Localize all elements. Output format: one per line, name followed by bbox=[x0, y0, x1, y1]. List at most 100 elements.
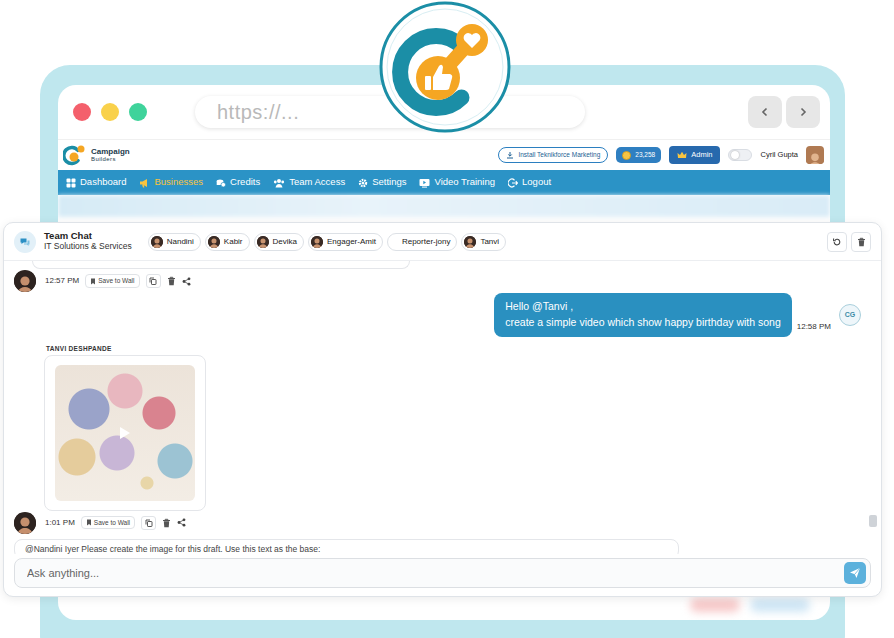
message-bubble bbox=[32, 261, 410, 269]
agent-avatar[interactable] bbox=[14, 270, 36, 292]
install-button[interactable]: Install Teknikforce Marketing bbox=[498, 147, 608, 163]
forward-button[interactable] bbox=[786, 96, 820, 128]
chat-title-block: Team ChatIT Solutions & Services bbox=[44, 231, 132, 252]
user-message-row: Hello @Tanvi ,create a simple video whic… bbox=[14, 293, 861, 337]
member-chip[interactable]: Devika bbox=[254, 233, 304, 251]
share-icon bbox=[182, 277, 191, 286]
member-name: Engager-Amit bbox=[327, 236, 376, 248]
theme-toggle[interactable] bbox=[728, 149, 752, 161]
nav-item[interactable]: Logout bbox=[508, 175, 551, 189]
clear-chat-button[interactable] bbox=[851, 232, 871, 252]
member-name: Nandini bbox=[167, 236, 194, 248]
credits-badge[interactable]: 23,258 bbox=[616, 147, 661, 163]
logo-line: Builders bbox=[91, 156, 130, 163]
share-button[interactable] bbox=[182, 277, 191, 286]
team-icon bbox=[273, 178, 285, 188]
member-avatar bbox=[311, 236, 323, 248]
save-to-wall-button[interactable]: Save to Wall bbox=[85, 274, 139, 288]
message-meta: 12:57 PMSave to Wall bbox=[14, 269, 861, 293]
header-actions: Install Teknikforce Marketing 23,258 Admin… bbox=[498, 146, 824, 164]
refresh-button[interactable] bbox=[827, 232, 847, 252]
download-icon bbox=[506, 151, 514, 159]
chevron-left-icon bbox=[760, 107, 770, 117]
save-to-wall-button[interactable]: Save to Wall bbox=[81, 516, 135, 530]
back-button[interactable] bbox=[748, 96, 782, 128]
campaign-builders-logo-icon bbox=[63, 143, 87, 167]
copy-icon bbox=[149, 277, 157, 285]
address-text[interactable]: https://... bbox=[217, 97, 299, 127]
video-player[interactable] bbox=[55, 365, 195, 501]
window-button[interactable] bbox=[73, 103, 91, 121]
trash-icon bbox=[167, 276, 176, 286]
member-avatar bbox=[208, 236, 220, 248]
blurred-button bbox=[690, 598, 740, 612]
chat-title: Team Chat bbox=[44, 231, 132, 242]
copy-icon bbox=[145, 519, 153, 527]
nav-item[interactable]: Dashboard bbox=[66, 175, 126, 189]
window-button[interactable] bbox=[129, 103, 147, 121]
chat-message: @Nandini Iyer Please create the image fo… bbox=[14, 539, 861, 555]
member-chip[interactable]: Tanvi bbox=[461, 233, 506, 251]
bookmark-icon bbox=[86, 519, 92, 526]
nav-item[interactable]: Businesses bbox=[139, 175, 203, 189]
member-avatar bbox=[257, 236, 269, 248]
bookmark-icon bbox=[90, 278, 96, 285]
member-chip[interactable]: Nandini bbox=[148, 233, 201, 251]
user-message-bubble: Hello @Tanvi ,create a simple video whic… bbox=[494, 293, 791, 337]
copy-button[interactable] bbox=[141, 516, 156, 530]
member-avatar bbox=[464, 236, 476, 248]
app-header: CampaignBuilders Install Teknikforce Mark… bbox=[58, 140, 830, 170]
paper-plane-icon bbox=[849, 567, 861, 579]
megaphone-icon bbox=[139, 178, 150, 188]
user-name[interactable]: Cyril Gupta bbox=[760, 149, 798, 160]
blurred-buttons bbox=[58, 598, 830, 620]
member-chip[interactable]: Engager-Amit bbox=[308, 233, 383, 251]
user-avatar[interactable] bbox=[806, 146, 824, 164]
chevron-right-icon bbox=[798, 107, 808, 117]
message-meta: 1:01 PMSave to Wall bbox=[14, 511, 861, 535]
delete-button[interactable] bbox=[167, 276, 176, 286]
marketing-illustration: https://... CampaignBuilders Install Tekn… bbox=[0, 0, 894, 638]
video-icon bbox=[419, 178, 430, 188]
chat-message: Hello @Tanvi ,create a simple video whic… bbox=[14, 293, 861, 337]
nav-label: Credits bbox=[230, 175, 260, 189]
member-chip[interactable]: Kabir bbox=[205, 233, 250, 251]
trash-icon bbox=[162, 518, 171, 528]
nav-label: Businesses bbox=[154, 175, 203, 189]
logo-line: Campaign bbox=[91, 148, 130, 156]
nav-label: Logout bbox=[522, 175, 551, 189]
chat-icon bbox=[14, 231, 36, 253]
install-label: Install Teknikforce Marketing bbox=[518, 150, 600, 160]
crown-icon bbox=[677, 151, 687, 159]
blurred-content bbox=[58, 195, 830, 217]
coins-icon bbox=[216, 178, 226, 188]
user-avatar[interactable]: CG bbox=[839, 304, 861, 326]
agent-avatar[interactable] bbox=[14, 512, 36, 534]
nav-item[interactable]: Team Access bbox=[273, 175, 345, 189]
nav-item[interactable]: Video Training bbox=[419, 175, 495, 189]
send-button[interactable] bbox=[844, 562, 866, 584]
toggle-knob bbox=[731, 151, 739, 159]
message-time: 12:58 PM bbox=[797, 321, 831, 333]
share-icon bbox=[177, 518, 186, 527]
gear-icon bbox=[358, 178, 368, 188]
member-chip[interactable]: Reporter-jony bbox=[387, 233, 457, 251]
admin-button[interactable]: Admin bbox=[669, 146, 720, 163]
share-button[interactable] bbox=[177, 518, 186, 527]
app-logo[interactable]: CampaignBuilders bbox=[63, 143, 130, 167]
nav-item[interactable]: Credits bbox=[216, 175, 260, 189]
message-input[interactable] bbox=[25, 564, 844, 583]
main-nav: Dashboard Businesses Credits Team Access Set… bbox=[58, 170, 830, 195]
member-name: Devika bbox=[273, 236, 297, 248]
member-avatar bbox=[151, 236, 163, 248]
history-buttons bbox=[748, 96, 820, 128]
chat-message: 12:57 PMSave to Wall bbox=[14, 261, 861, 293]
window-button[interactable] bbox=[101, 103, 119, 121]
chat-subtitle: IT Solutions & Services bbox=[44, 242, 132, 252]
nav-item[interactable]: Settings bbox=[358, 175, 406, 189]
chat-message: TANVI DESHPANDE1:01 PMSave to Wall bbox=[14, 344, 861, 535]
delete-button[interactable] bbox=[162, 518, 171, 528]
copy-button[interactable] bbox=[146, 274, 161, 288]
scrollbar-thumb[interactable] bbox=[869, 515, 877, 527]
play-icon bbox=[119, 426, 131, 440]
